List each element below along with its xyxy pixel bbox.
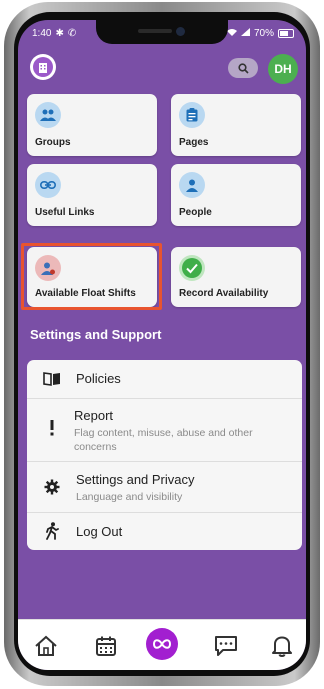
chat-icon[interactable] [212, 632, 240, 660]
menu-item-title: Report [74, 408, 114, 423]
battery-icon [278, 29, 294, 38]
org-logo-button[interactable] [30, 54, 56, 80]
front-camera [176, 27, 185, 36]
menu-item-policies[interactable]: Policies [27, 360, 302, 398]
menu-item-title: Settings and Privacy [76, 472, 195, 487]
app-screen: 1:40 ✱ ✆ 70% DH Groups Pages Useful Link… [18, 20, 306, 670]
search-button[interactable] [228, 58, 258, 78]
tile-label: People [179, 207, 212, 218]
menu-item-report[interactable]: Report Flag content, misuse, abuse and o… [27, 399, 302, 461]
app-header: DH [18, 54, 306, 90]
tile-groups[interactable]: Groups [27, 94, 157, 156]
avatar[interactable]: DH [268, 54, 298, 84]
tile-useful-links[interactable]: Useful Links [27, 164, 157, 226]
menu-item-subtitle: Language and visibility [76, 491, 183, 503]
walking-person-icon [41, 520, 63, 542]
tile-label: Useful Links [35, 207, 95, 218]
menu-item-title: Policies [76, 371, 121, 386]
book-icon [41, 368, 63, 390]
tile-pages[interactable]: Pages [171, 94, 301, 156]
tile-label: Record Availability [179, 288, 269, 299]
check-icon [179, 255, 205, 281]
battery-percent: 70% [253, 28, 274, 39]
tile-people[interactable]: People [171, 164, 301, 226]
tile-label: Pages [179, 137, 209, 148]
speaker [138, 29, 172, 33]
calendar-icon[interactable] [92, 632, 120, 660]
infinity-icon[interactable] [146, 628, 178, 660]
section-title: Settings and Support [30, 327, 162, 342]
menu-item-settings-privacy[interactable]: Settings and Privacy Language and visibi… [27, 462, 302, 512]
menu-item-title: Log Out [76, 524, 123, 539]
people-icon [35, 102, 61, 128]
highlight-box [21, 243, 162, 310]
status-time: 1:40 [32, 28, 52, 39]
tile-record-availability[interactable]: Record Availability [171, 247, 301, 307]
signal-icon [240, 28, 250, 39]
settings-menu: Policies Report Flag content, misuse, ab… [27, 360, 302, 550]
menu-item-log-out[interactable]: Log Out [27, 513, 302, 550]
bottom-tab-bar [18, 619, 306, 670]
link-icon [35, 172, 61, 198]
building-icon [33, 57, 53, 77]
exclamation-icon [41, 417, 63, 439]
bell-icon[interactable] [268, 632, 296, 660]
person-icon [179, 172, 205, 198]
home-icon[interactable] [32, 632, 60, 660]
phone-call-icon: ✆ [67, 28, 77, 39]
tile-label: Groups [35, 137, 71, 148]
search-icon [237, 62, 249, 74]
wifi-icon [226, 28, 237, 39]
gear-icon [41, 476, 63, 498]
menu-item-subtitle: Flag content, misuse, abuse and other co… [74, 427, 253, 453]
notch [96, 20, 228, 44]
clipboard-icon [179, 102, 205, 128]
notification-icon: ✱ [55, 28, 64, 39]
